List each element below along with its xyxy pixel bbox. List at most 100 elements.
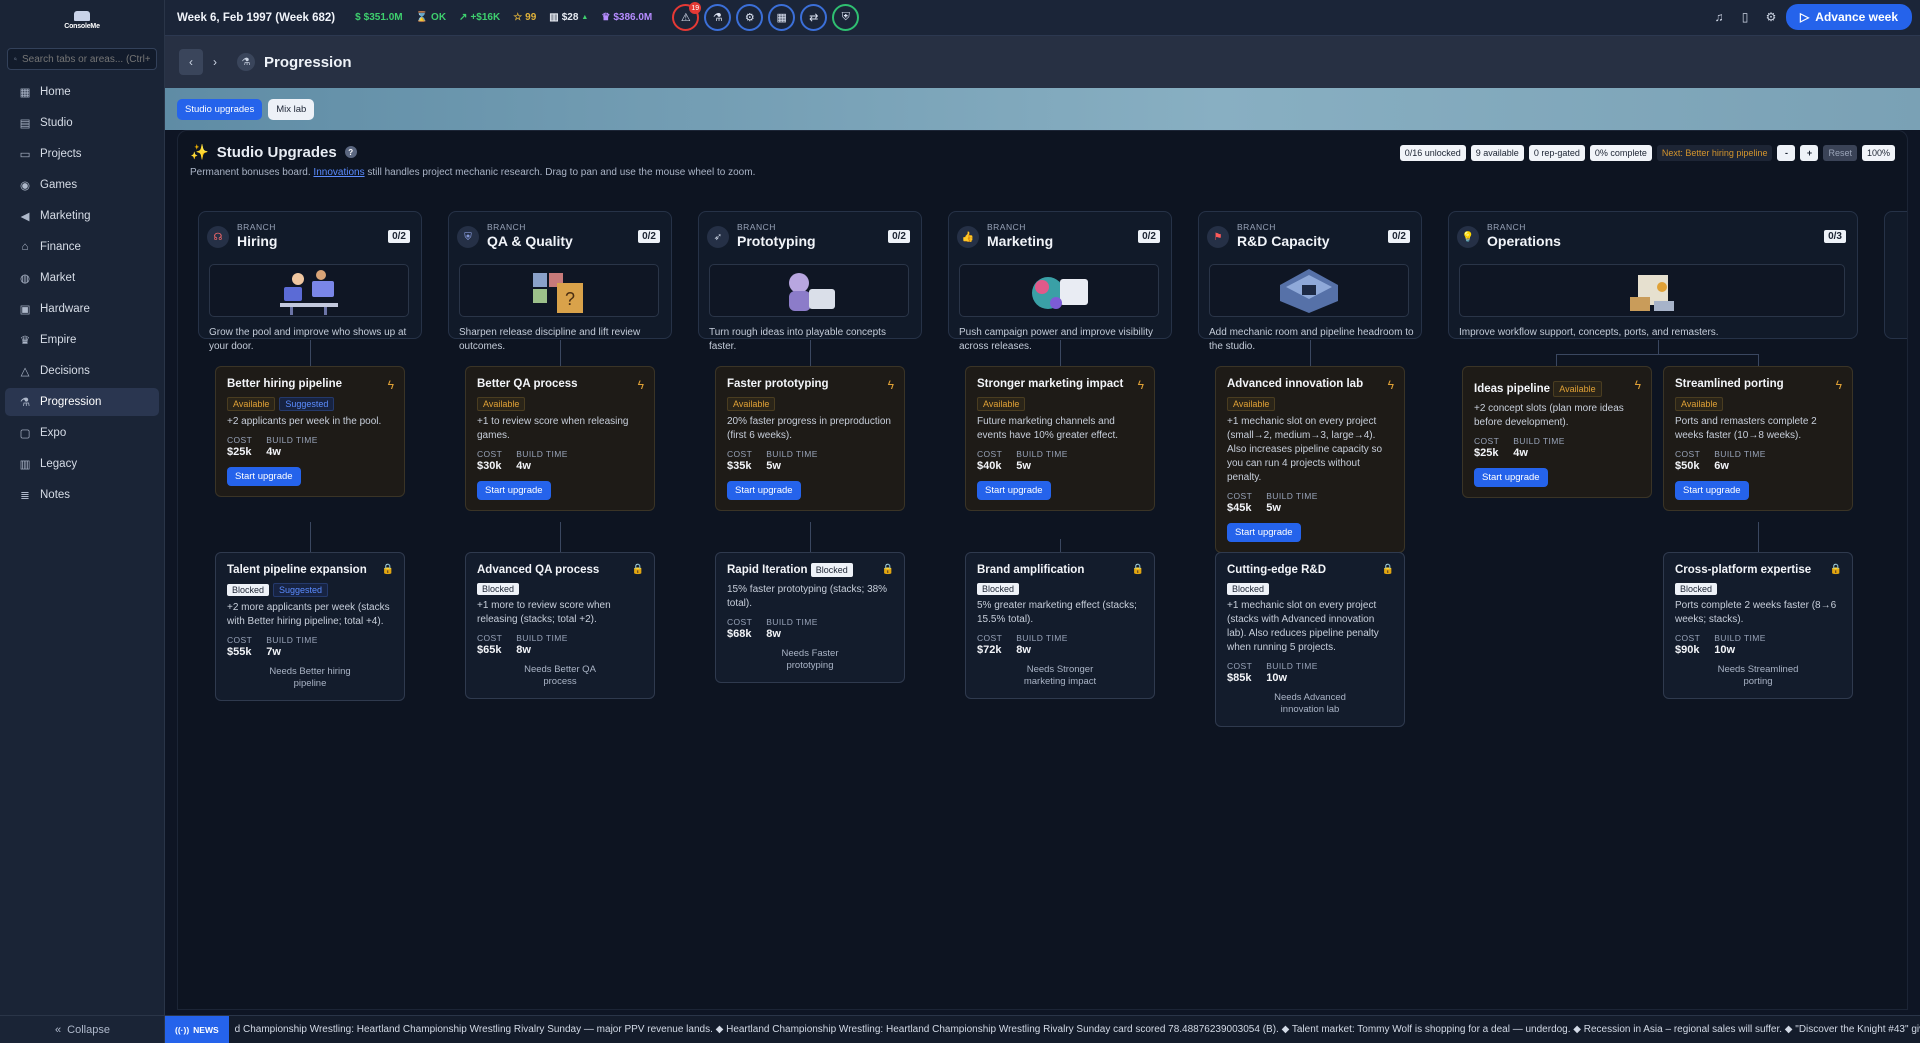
bolt-icon: ϟ [1137,378,1144,392]
forward-button[interactable]: › [203,49,227,75]
sidebar-item-decisions[interactable]: △ Decisions [5,357,159,385]
available-chip: 9 available [1470,145,1524,161]
zoom-in-button[interactable]: + [1800,145,1819,161]
upgrade-card-stronger-marketing[interactable]: Stronger marketing impact ϟ Available Fu… [965,366,1155,511]
start-upgrade-button[interactable]: Start upgrade [1227,522,1301,542]
sidebar-item-empire[interactable]: ♛ Empire [5,326,159,354]
build-time-label: BUILD TIME [1714,632,1766,643]
alerts-button[interactable]: ⚠ 19 [672,2,702,31]
build-time-value: 5w [1266,501,1281,514]
upgrade-card-ideas-pipeline[interactable]: Ideas pipeline Available ϟ +2 concept sl… [1462,366,1652,498]
trade-button[interactable]: ⇄ [800,4,828,31]
requirement-note: Needs Stronger marketing impact [1023,663,1097,687]
sidebar-item-home[interactable]: ▦ Home [5,78,159,106]
sidebar-item-projects[interactable]: ▭ Projects [5,140,159,168]
book-icon: ▥ [19,459,31,471]
reset-button[interactable]: Reset [1823,145,1857,161]
security-button[interactable]: ⛨ [832,4,860,31]
help-icon[interactable]: ? [344,146,357,158]
trend-up-icon: ↗ [459,12,468,23]
cost-value: $72k [977,643,1002,656]
upgrade-card-advanced-qa[interactable]: Advanced QA process 🔒 Blocked +1 more to… [465,552,655,700]
app-logo[interactable]: ConsoleMe [0,0,164,40]
start-upgrade-button[interactable]: Start upgrade [227,466,301,486]
sidebar-item-legacy[interactable]: ▥ Legacy [5,450,159,478]
sidebar-item-label: Home [40,86,71,98]
build-time-value: 8w [1016,643,1031,656]
chip-icon: ▣ [19,304,31,316]
available-tag: Available [977,396,1026,411]
cost-label: COST [227,434,253,445]
start-upgrade-button[interactable]: Start upgrade [727,480,801,500]
status-stat[interactable]: ⌛ OK [416,12,446,23]
cost-label: COST [1227,490,1253,501]
blocked-tag: Blocked [977,582,1020,595]
valuation-stat[interactable]: ♛ $386.0M [601,12,652,23]
cost-value: $25k [1474,446,1499,459]
tab-mix-lab[interactable]: Mix lab [268,99,315,120]
back-button[interactable]: ‹ [179,49,203,75]
cost-value: $40k [977,459,1002,472]
requirement-note: Needs Better hiring pipeline [269,665,351,689]
notes-icon: ≣ [20,490,30,502]
book-icon[interactable]: ▯ [1734,5,1756,29]
card-description: Ports complete 2 weeks faster (8→6 weeks… [1675,599,1837,625]
sidebar-item-expo[interactable]: ▢ Expo [5,419,159,447]
sidebar-item-marketing[interactable]: ◀ Marketing [5,202,159,230]
lightbulb-icon: 💡 [1457,226,1479,248]
sparkle-icon: ✨ [190,144,209,161]
upgrade-card-streamlined-porting[interactable]: Streamlined porting ϟ Available Ports an… [1663,366,1853,511]
upgrade-card-brand-amplification[interactable]: Brand amplification 🔒 Blocked 5% greater… [965,552,1155,700]
advance-week-button[interactable]: ▷ Advance week [1786,4,1912,30]
upgrade-card-better-qa[interactable]: Better QA process ϟ Available +1 to revi… [465,366,655,511]
research-button[interactable]: ⚗ [704,4,732,31]
start-upgrade-button[interactable]: Start upgrade [977,480,1051,500]
subtitle-text: Permanent bonuses board. [190,167,311,178]
search-input[interactable] [22,53,150,65]
upgrade-card-advanced-innovation-lab[interactable]: Advanced innovation lab ϟ Available +1 m… [1215,366,1405,553]
upgrade-card-faster-prototyping[interactable]: Faster prototyping ϟ Available 20% faste… [715,366,905,511]
cost-label: COST [727,448,753,459]
cost-label: COST [977,448,1003,459]
tab-studio-upgrades[interactable]: Studio upgrades [177,99,263,120]
upgrade-card-cross-platform[interactable]: Cross-platform expertise 🔒 Blocked Ports… [1663,552,1853,700]
sidebar-item-progression[interactable]: ⚗ Progression [5,388,159,416]
start-upgrade-button[interactable]: Start upgrade [1675,480,1749,500]
collapse-button[interactable]: « Collapse [0,1015,165,1043]
start-upgrade-button[interactable]: Start upgrade [477,480,551,500]
sidebar-item-finance[interactable]: ⌂ Finance [5,233,159,261]
cash-stat[interactable]: $ $351.0M [355,12,402,23]
calculator-button[interactable]: ▦ [768,4,796,31]
trend-stat[interactable]: ↗ +$16K [459,12,500,23]
sidebar-item-hardware[interactable]: ▣ Hardware [5,295,159,323]
sidebar-item-games[interactable]: ◉ Games [5,171,159,199]
price-stat[interactable]: ▥ $28 ▲ [549,12,588,23]
sidebar-item-studio[interactable]: ▤ Studio [5,109,159,137]
sidebar-item-market[interactable]: ◍ Market [5,264,159,292]
search-box[interactable] [7,48,157,70]
innovations-link[interactable]: Innovations [313,167,364,178]
settings-cog-button[interactable]: ⚙ [736,4,764,31]
start-upgrade-button[interactable]: Start upgrade [1474,467,1548,487]
build-time-label: BUILD TIME [1266,660,1318,671]
upgrade-card-talent-pipeline[interactable]: Talent pipeline expansion 🔒 Blocked Sugge… [215,552,405,702]
upgrade-card-better-hiring[interactable]: Better hiring pipeline ϟ Available Sugges… [215,366,405,497]
cost-label: COST [227,634,253,645]
topbar-right: ♫ ▯ ⚙ ▷ Advance week [1708,4,1912,30]
stars-stat[interactable]: ☆ 99 [513,12,536,23]
upgrade-card-rapid-iteration[interactable]: Rapid Iteration Blocked 🔒 15% faster pro… [715,552,905,684]
branch-label: BRANCH [487,222,526,232]
news-label[interactable]: ((·)) NEWS [165,1016,229,1043]
lab-icon: ⚑ [1207,226,1229,248]
card-description: +1 more to review score when releasing (… [477,599,611,625]
zoom-out-button[interactable]: - [1777,145,1796,161]
upgrade-card-cutting-edge-rd[interactable]: Cutting-edge R&D 🔒 Blocked +1 mechanic s… [1215,552,1405,728]
gear-icon[interactable]: ⚙ [1760,5,1782,29]
sidebar-item-label: Notes [40,489,71,501]
branch-count: 0/3 [1824,230,1846,243]
upgrades-board[interactable]: ✨ Studio Upgrades ? Permanent bonuses bo… [177,130,1908,1010]
cost-value: $85k [1227,671,1252,684]
next-upgrade-chip[interactable]: Next: Better hiring pipeline [1656,145,1773,161]
sidebar-item-notes[interactable]: ≣ Notes [5,481,159,509]
music-icon[interactable]: ♫ [1708,5,1730,29]
